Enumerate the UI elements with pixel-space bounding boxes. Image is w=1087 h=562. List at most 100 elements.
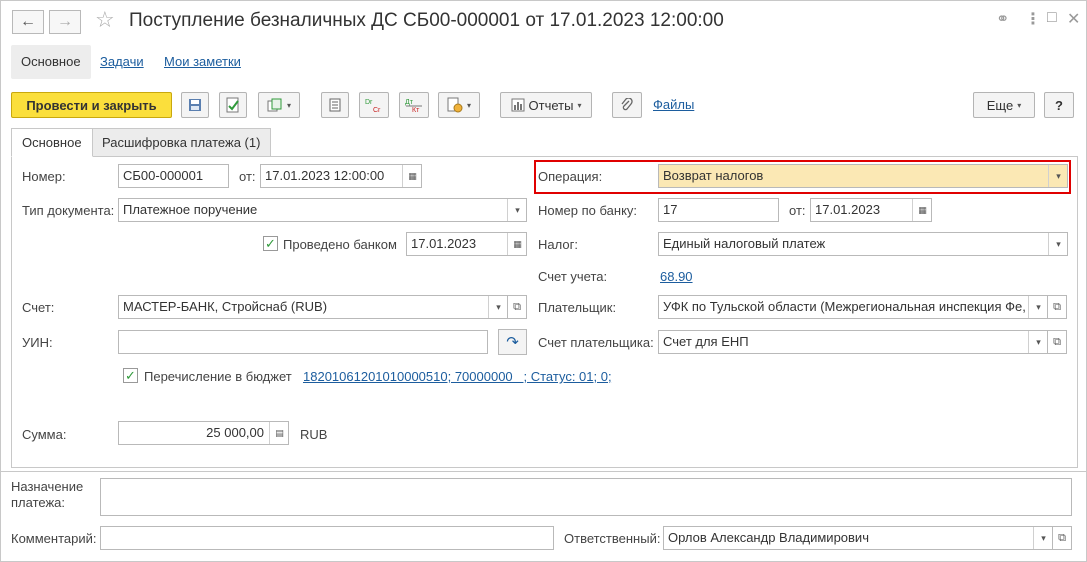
chevron-down-icon[interactable]: ▾ [507,199,526,221]
payer-account-value: Счет для ЕНП [663,334,749,349]
close-icon[interactable]: ✕ [1067,9,1080,29]
tab-payment-breakdown[interactable]: Расшифровка платежа (1) [91,128,272,157]
files-link[interactable]: Файлы [653,97,694,112]
svg-text:Dr: Dr [365,99,373,106]
account-label: Счет: [22,300,55,315]
bank-date-from-label: от: [789,203,806,218]
calendar-icon[interactable]: ▦ [912,199,931,221]
tab-notes[interactable]: Мои заметки [154,45,251,79]
tab-tasks[interactable]: Задачи [90,45,154,79]
svg-text:Кт: Кт [412,107,420,113]
operation-select[interactable]: Возврат налогов ▾ [658,164,1068,188]
sum-label: Сумма: [22,427,67,442]
budget-label: Перечисление в бюджет [144,369,292,384]
purpose-textarea[interactable] [100,478,1072,516]
bank-number-label: Номер по банку: [538,203,638,218]
date-from-label: от: [239,169,256,184]
number-label: Номер: [22,169,66,184]
divider [1,471,1086,472]
post-button[interactable] [219,92,247,118]
responsible-value: Орлов Александр Владимирович [668,530,869,545]
account-select[interactable]: МАСТЕР-БАНК, Стройснаб (RUB) ▾ [118,295,508,319]
reports-label: Отчеты [528,97,574,113]
chevron-down-icon: ▾ [577,100,582,110]
chevron-down-icon[interactable]: ▾ [1028,296,1047,318]
calculator-icon[interactable]: ▤ [269,422,288,444]
payer-value: УФК по Тульской области (Межрегиональная… [663,299,1026,314]
operation-value: Возврат налогов [663,168,764,183]
dt-kt-icon: ДтКт [405,99,422,113]
account-value: МАСТЕР-БАНК, Стройснаб (RUB) [123,299,328,314]
print-settings-button[interactable]: ▾ [438,92,480,118]
sum-value: 25 000,00 [206,425,264,440]
list-icon [329,98,341,112]
tab-inner-main[interactable]: Основное [11,128,93,157]
dr-cr-button[interactable]: Dr Cr [359,92,389,118]
create-based-icon [267,98,282,112]
ledger-account-link[interactable]: 68.90 [660,269,693,284]
bank-posted-label: Проведено банком [283,237,397,252]
operation-label: Операция: [538,169,603,184]
open-account-button[interactable]: ⧉ [507,295,527,319]
reports-icon [511,98,525,112]
uin-fill-button[interactable]: ↷ [498,329,527,355]
currency-label: RUB [300,427,328,442]
bank-posted-date-value: 17.01.2023 [411,236,477,251]
svg-text:Дт: Дт [405,99,414,106]
attach-button[interactable] [612,92,642,118]
chevron-down-icon[interactable]: ▾ [488,296,507,318]
payer-select[interactable]: УФК по Тульской области (Межрегиональная… [658,295,1048,319]
bank-date-field[interactable]: 17.01.2023 ▦ [810,198,932,222]
open-payer-button[interactable]: ⧉ [1047,295,1067,319]
page-title: Поступление безналичных ДС СБ00-000001 о… [129,10,724,31]
reports-button[interactable]: Отчеты ▾ [500,92,592,118]
chevron-down-icon[interactable]: ▾ [1033,527,1052,549]
document-list-button[interactable] [321,92,349,118]
bank-date-value: 17.01.2023 [815,202,881,217]
sum-field[interactable]: 25 000,00 ▤ [118,421,289,445]
payer-account-select[interactable]: Счет для ЕНП ▾ [658,330,1048,354]
save-button[interactable] [181,92,209,118]
bank-posted-date-field[interactable]: 17.01.2023 ▦ [406,232,527,256]
chevron-down-icon[interactable]: ▾ [1048,233,1067,255]
open-payer-account-button[interactable]: ⧉ [1047,330,1067,354]
budget-details-link[interactable]: 18201061201010000510; 70000000 ; Статус:… [303,369,612,384]
dr-cr-icon: DrCr [365,99,381,113]
payer-label: Плательщик: [538,300,617,315]
calendar-icon[interactable]: ▦ [402,165,421,187]
more-label: Еще [986,97,1014,113]
help-button[interactable]: ? [1044,92,1074,118]
bank-posted-checkbox[interactable]: ✓ [263,236,278,251]
uin-field[interactable] [118,330,488,354]
date-field[interactable]: 17.01.2023 12:00:00 ▦ [260,164,422,188]
open-responsible-button[interactable]: ⧉ [1052,526,1072,550]
purpose-label-line1: Назначение [11,479,84,494]
calendar-icon[interactable]: ▦ [507,233,526,255]
tab-main[interactable]: Основное [11,45,91,79]
more-button[interactable]: Еще ▾ [973,92,1035,118]
post-and-close-button[interactable]: Провести и закрыть [11,92,172,118]
comment-label: Комментарий: [11,531,97,546]
tax-select[interactable]: Единый налоговый платеж ▾ [658,232,1068,256]
dt-kt-button[interactable]: Дт Кт [399,92,429,118]
favorite-star-icon[interactable]: ☆ [95,7,115,33]
doctype-select[interactable]: Платежное поручение ▾ [118,198,527,222]
chevron-down-icon[interactable]: ▾ [1048,165,1067,187]
chevron-down-icon[interactable]: ▾ [1028,331,1047,353]
comment-field[interactable] [100,526,554,550]
tax-value: Единый налоговый платеж [663,236,826,251]
restore-icon[interactable]: □ [1047,9,1057,27]
responsible-select[interactable]: Орлов Александр Владимирович ▾ [663,526,1053,550]
document-gear-icon [447,97,463,113]
number-field[interactable]: СБ00-000001 [118,164,229,188]
bank-number-field[interactable]: 17 [658,198,779,222]
create-based-on-button[interactable]: ▾ [258,92,300,118]
forward-button[interactable]: → [49,10,81,34]
budget-checkbox[interactable]: ✓ [123,368,138,383]
back-button[interactable]: ← [12,10,44,34]
more-menu-icon[interactable]: ⋮ [1025,9,1041,29]
tax-label: Налог: [538,237,578,252]
link-icon[interactable]: ⚭ [996,9,1009,29]
responsible-label: Ответственный: [564,531,661,546]
ledger-account-label: Счет учета: [538,269,608,284]
